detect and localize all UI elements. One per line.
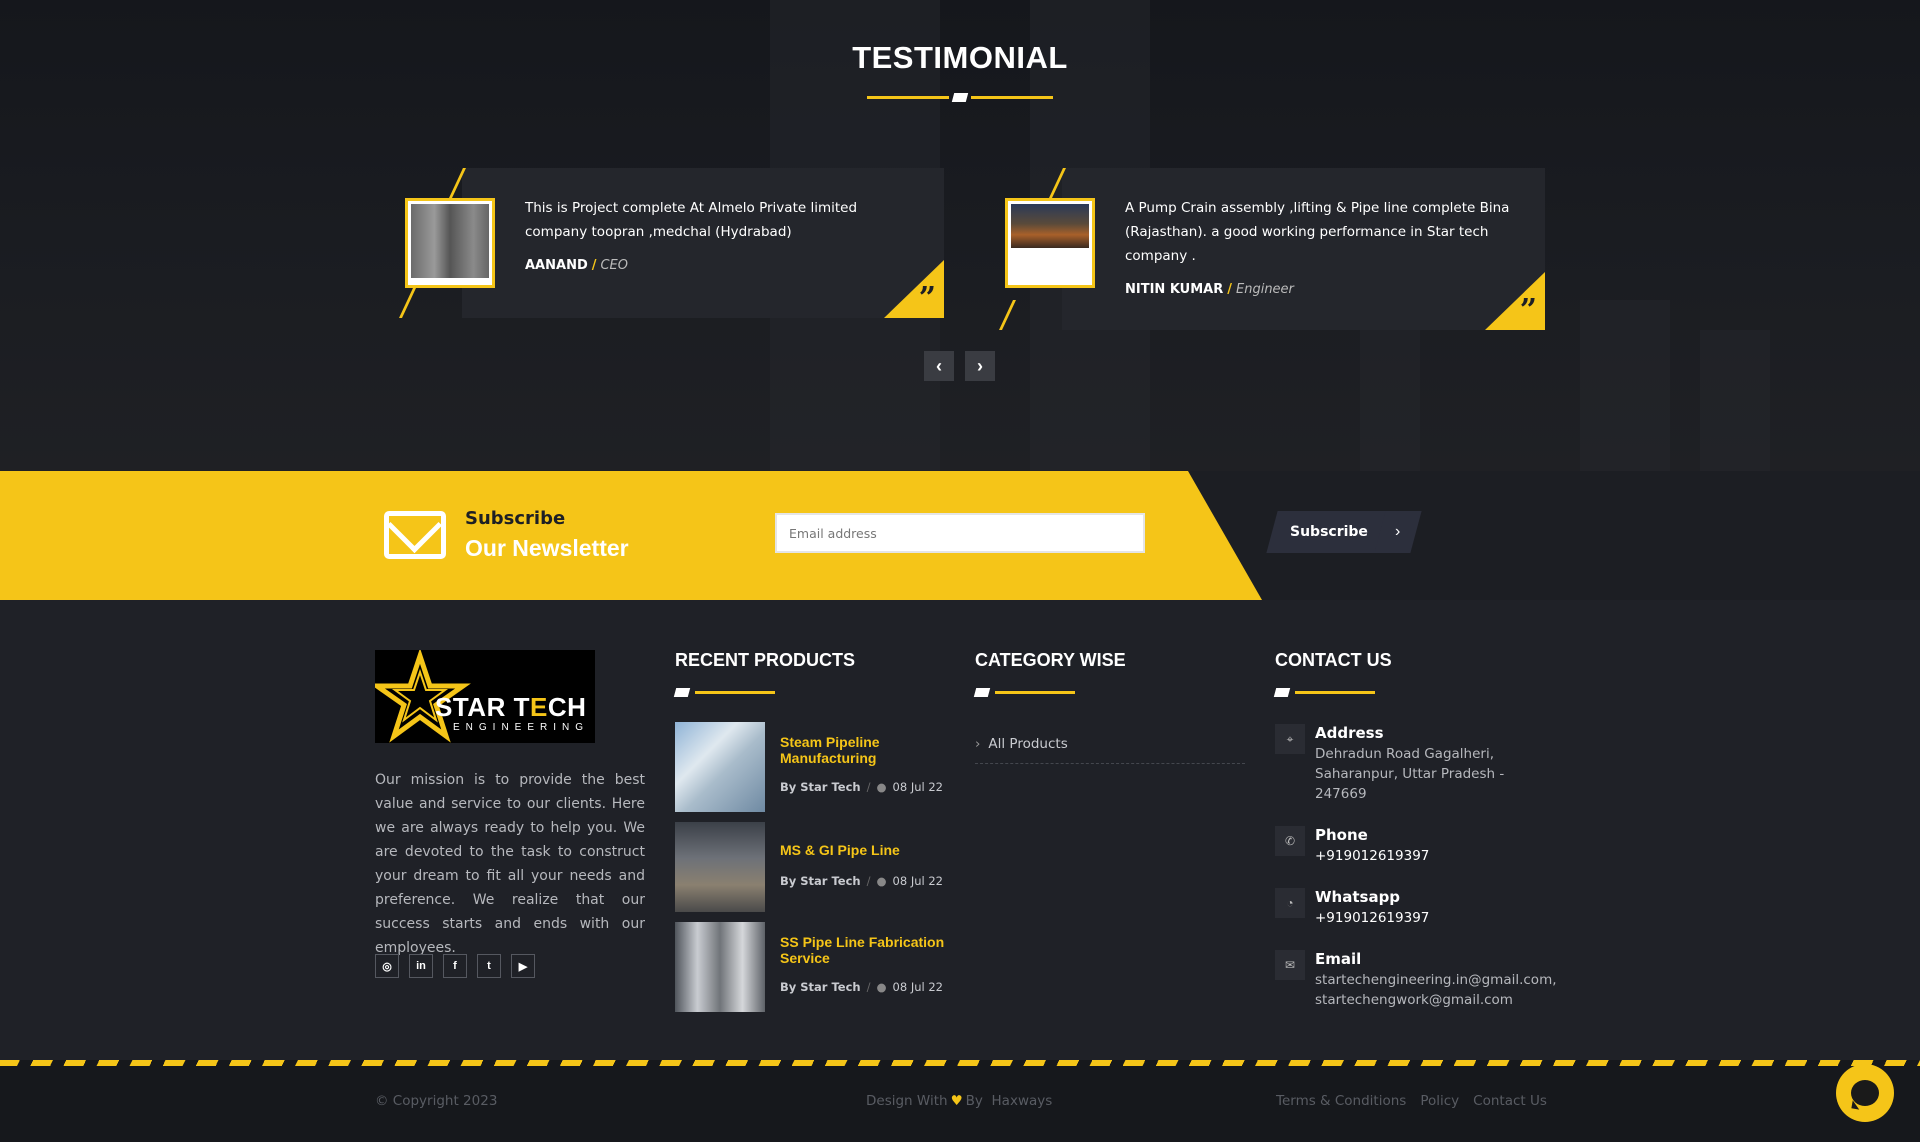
policy-link[interactable]: Policy [1420,1093,1459,1109]
testimonial-author: NITIN KUMAR / Engineer [1125,282,1294,297]
testimonial-image [405,198,495,288]
comment-icon: ● [876,780,887,794]
terms-link[interactable]: Terms & Conditions [1276,1093,1406,1109]
social-links: ◎ in f t ▶ [375,954,535,978]
bottom-bar: © Copyright 2023 Design With ♥ By Haxways … [0,1066,1920,1142]
section-divider [673,688,775,697]
bg-building [1360,320,1420,471]
instagram-icon[interactable]: ◎ [375,954,399,978]
product-item[interactable]: Steam Pipeline Manufacturing By Star Tec… [675,722,955,814]
product-title[interactable]: MS & GI Pipe Line [780,842,955,858]
testimonial-text: This is Project complete At Almelo Priva… [525,200,858,240]
chevron-right-icon: › [975,736,981,752]
logo-subtext: ENGINEERING [453,722,590,733]
product-image [675,922,765,1012]
newsletter-section: Subscribe Our Newsletter Subscribe › [0,471,1920,600]
bg-building [1580,300,1670,471]
page: TESTIMONIAL This is Project complete At … [0,0,1920,1142]
title-divider [867,93,1053,103]
chevron-right-icon: › [977,355,983,376]
author-name: AANAND [525,258,588,273]
youtube-icon[interactable]: ▶ [511,954,535,978]
chat-icon [1851,1080,1879,1106]
category-link[interactable]: › All Products [975,736,1245,764]
design-credit: Design With ♥ By Haxways [866,1093,1053,1109]
author-role: Engineer [1236,282,1294,297]
quote-icon: ” [1519,293,1537,328]
contact-address: ⌖ Address Dehradun Road Gagalheri, Sahar… [1275,724,1565,804]
phone-icon: ✆ [1275,826,1305,856]
chevron-left-icon: ‹ [936,355,942,376]
section-divider [1273,688,1375,697]
testimonial-author: AANAND / CEO [525,258,629,273]
testimonial-section: TESTIMONIAL This is Project complete At … [0,0,1920,471]
author-role: CEO [600,258,629,273]
comment-icon: ● [876,874,887,888]
subscribe-label: Subscribe [1290,524,1368,540]
envelope-icon [384,511,446,559]
email-input[interactable] [775,513,1145,553]
product-item[interactable]: MS & GI Pipe Line By Star Tech / ● 08 Jul 2… [675,822,955,914]
twitter-icon[interactable]: t [477,954,501,978]
heart-icon: ♥ [950,1093,963,1109]
testimonial-text: A Pump Crain assembly ,lifting & Pipe li… [1125,200,1510,264]
copyright-text: © Copyright 2023 [375,1093,498,1109]
chat-button[interactable] [1836,1064,1894,1122]
bg-building [1700,330,1770,471]
contact-title: CONTACT US [1275,650,1392,670]
contact-email[interactable]: ✉ Email startechengineering.in@gmail.com… [1275,950,1565,1010]
footer-links: Terms & Conditions Policy Contact Us [1276,1093,1547,1109]
whatsapp-icon: ◔ [1275,888,1305,918]
newsletter-subtitle: Subscribe [465,508,566,529]
company-logo[interactable]: STAR TECH ENGINEERING [375,650,595,743]
envelope-icon: ✉ [1275,950,1305,980]
card-accent-line [999,300,1016,330]
subscribe-button[interactable]: Subscribe [1266,511,1392,553]
testimonial-card: A Pump Crain assembly ,lifting & Pipe li… [999,168,1545,330]
facebook-icon[interactable]: f [443,954,467,978]
chevron-right-icon: › [1395,523,1401,540]
newsletter-title: Our Newsletter [465,535,629,561]
product-item[interactable]: SS Pipe Line Fabrication Service By Star… [675,922,955,1014]
section-divider [973,688,1075,697]
comment-icon: ● [876,980,887,994]
mission-text: Our mission is to provide the best value… [375,772,645,956]
designer-link[interactable]: Haxways [992,1093,1053,1109]
testimonial-title: TESTIMONIAL [852,40,1068,75]
product-title[interactable]: Steam Pipeline Manufacturing [780,734,955,766]
author-name: NITIN KUMAR [1125,282,1224,297]
testimonial-card: This is Project complete At Almelo Priva… [399,168,944,318]
contact-whatsapp[interactable]: ◔ Whatsapp +919012619397 [1275,888,1565,928]
map-pin-icon: ⌖ [1275,724,1305,754]
recent-products-title: RECENT PRODUCTS [675,650,856,670]
card-accent-line [449,168,466,198]
logo-text: STAR TECH [435,692,587,722]
product-image [675,822,765,912]
product-image [675,722,765,812]
category-title: CATEGORY WISE [975,650,1126,670]
card-accent-line [399,288,416,318]
next-button[interactable]: › [965,351,995,381]
quote-icon: ” [918,281,936,316]
contact-link[interactable]: Contact Us [1473,1093,1547,1109]
linkedin-icon[interactable]: in [409,954,433,978]
product-meta: By Star Tech / ● 08 Jul 22 [780,980,943,994]
prev-button[interactable]: ‹ [924,351,954,381]
product-title[interactable]: SS Pipe Line Fabrication Service [780,934,955,966]
contact-phone[interactable]: ✆ Phone +919012619397 [1275,826,1565,866]
product-meta: By Star Tech / ● 08 Jul 22 [780,874,943,888]
footer: STAR TECH ENGINEERING Our mission is to … [0,600,1920,1060]
product-meta: By Star Tech / ● 08 Jul 22 [780,780,943,794]
testimonial-image [1005,198,1095,288]
